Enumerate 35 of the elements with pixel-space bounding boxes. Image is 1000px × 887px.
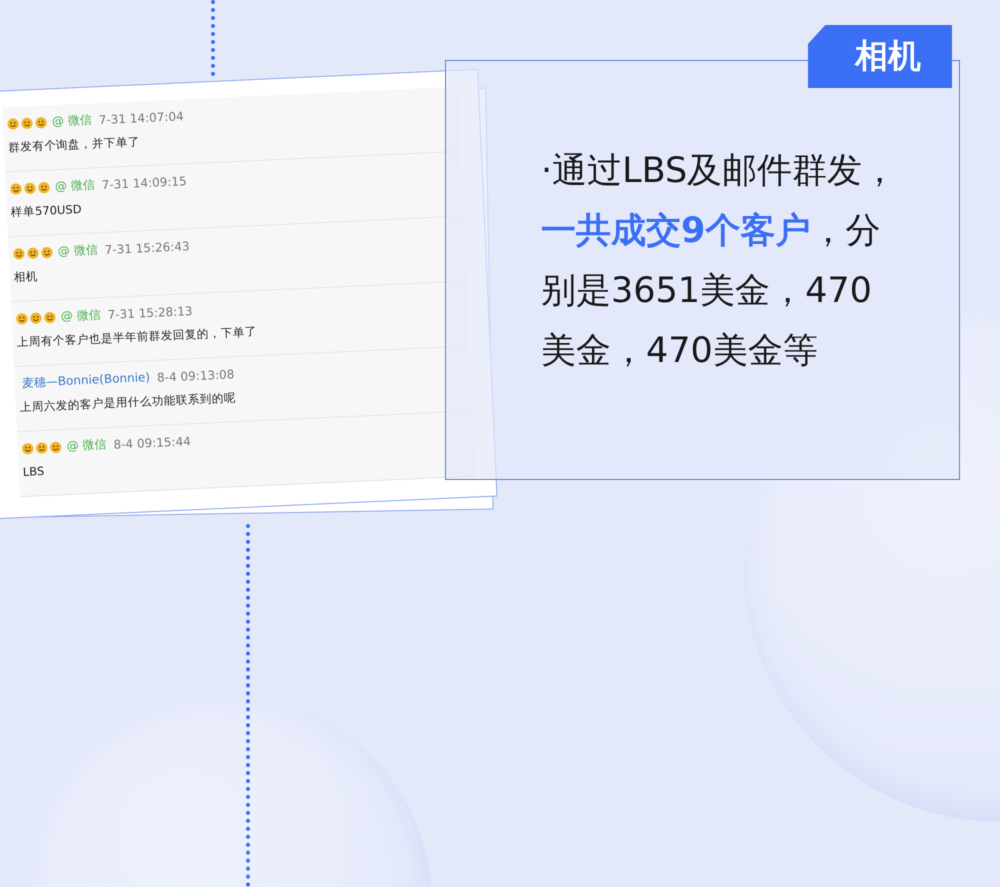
smiley-icon xyxy=(6,117,20,130)
sender-name: @ 微信 xyxy=(60,306,102,326)
smiley-icon xyxy=(20,116,34,130)
message-text: 上周有个客户也是半年前群发回复的，下单了 xyxy=(16,324,258,350)
smiley-icon xyxy=(38,180,50,194)
smiley-icon xyxy=(36,441,48,454)
smiley-icon xyxy=(34,116,48,129)
smiley-icon xyxy=(40,246,54,258)
message-text: 样单570USD xyxy=(10,202,82,220)
smiley-icon xyxy=(26,246,40,260)
sender-name: @ 微信 xyxy=(66,436,107,455)
smiley-icon xyxy=(30,311,42,324)
category-tag: 相机 xyxy=(808,25,952,88)
smiley-icon xyxy=(16,312,28,325)
message-time: 8-4 09:15:44 xyxy=(113,434,192,452)
message-text: 群发有个询盘，并下单了 xyxy=(8,134,140,156)
sender-name: 麦穗—Bonnie(Bonnie) xyxy=(21,369,150,392)
message-time: 7-31 14:09:15 xyxy=(101,174,187,192)
message-time: 7-31 15:26:43 xyxy=(104,238,190,256)
sender-name: @ 微信 xyxy=(58,241,98,260)
smiley-icon xyxy=(12,247,26,260)
message-time: 8-4 09:13:08 xyxy=(156,366,235,384)
message-time: 7-31 14:07:04 xyxy=(98,108,184,127)
message-text: LBS xyxy=(22,464,45,479)
sender-name: @ 微信 xyxy=(52,111,92,130)
sender-name: @ 微信 xyxy=(54,176,96,196)
smiley-icon xyxy=(44,310,56,324)
smiley-icon xyxy=(24,182,36,194)
smiley-icon xyxy=(10,182,22,195)
message-text: 相机 xyxy=(14,269,38,286)
message-text: 上周六发的客户是用什么功能联系到的呢 xyxy=(20,390,236,415)
smiley-icon xyxy=(49,440,62,454)
message-time: 7-31 15:28:13 xyxy=(107,304,193,322)
description-text: ·通过LBS及邮件群发， 一共成交9个客户，分别是3651美金，470美金，470美金等 xyxy=(541,150,898,373)
smiley-icon xyxy=(22,442,34,454)
